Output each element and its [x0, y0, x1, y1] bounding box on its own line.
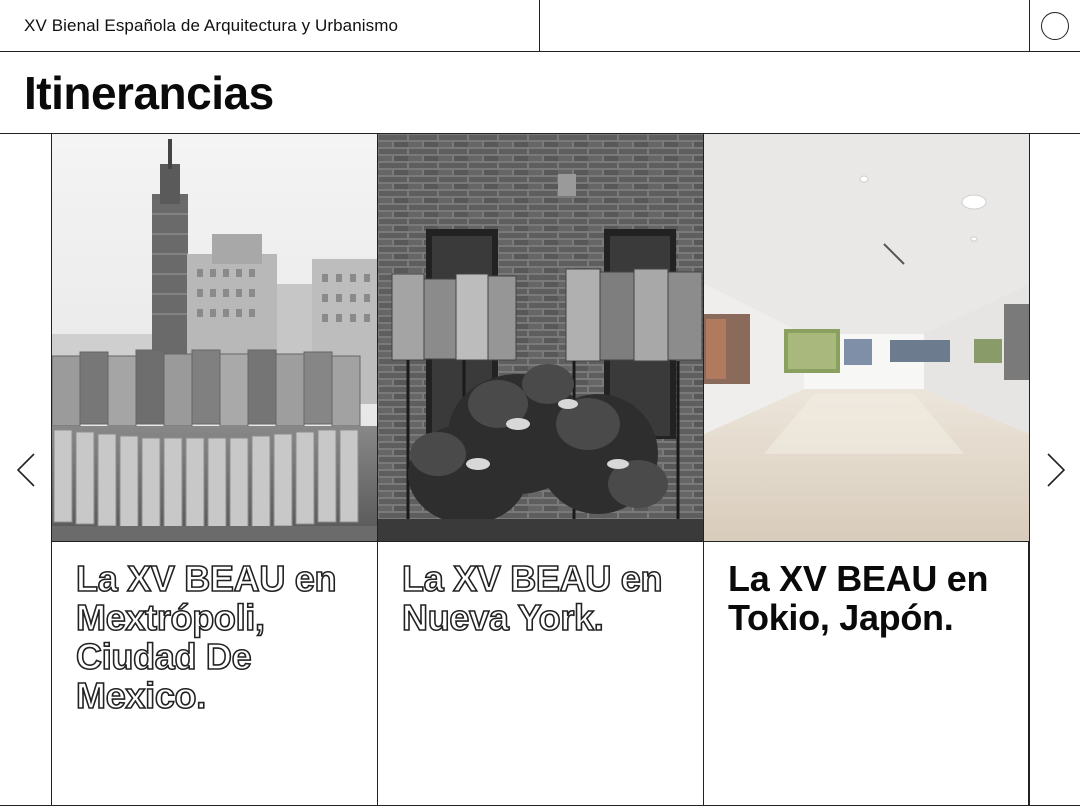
card-caption: La XV BEAU en Nueva York.: [401, 558, 663, 638]
itinerancia-card-new-york[interactable]: La XV BEAU en Nueva York.: [378, 134, 704, 806]
header-divider: [539, 0, 540, 52]
mexico-city-exhibition-photo: [52, 134, 377, 542]
chevron-left-icon[interactable]: [14, 452, 40, 488]
card-caption: La XV BEAU en Mextrópoli, Ciudad De Mexi…: [75, 558, 337, 716]
new-york-exhibition-photo: [378, 134, 703, 542]
itinerancia-card-tokyo[interactable]: La XV BEAU en Tokio, Japón.: [704, 134, 1030, 806]
itinerancias-carousel: La XV BEAU en Mextrópoli, Ciudad De Mexi…: [0, 134, 1080, 810]
itinerancia-card-mexico[interactable]: La XV BEAU en Mextrópoli, Ciudad De Mexi…: [52, 134, 378, 806]
circle-menu-icon[interactable]: [1041, 12, 1069, 40]
card-caption: La XV BEAU en Tokio, Japón.: [728, 558, 989, 638]
site-title-link[interactable]: XV Bienal Española de Arquitectura y Urb…: [24, 16, 398, 36]
page-title: Itinerancias: [24, 67, 274, 119]
header-divider: [1029, 0, 1030, 52]
title-bar: Itinerancias: [0, 52, 1080, 134]
divider: [0, 805, 1080, 806]
top-bar: XV Bienal Española de Arquitectura y Urb…: [0, 0, 1080, 52]
chevron-right-icon[interactable]: [1042, 452, 1068, 488]
tokyo-gallery-photo: [704, 134, 1029, 542]
